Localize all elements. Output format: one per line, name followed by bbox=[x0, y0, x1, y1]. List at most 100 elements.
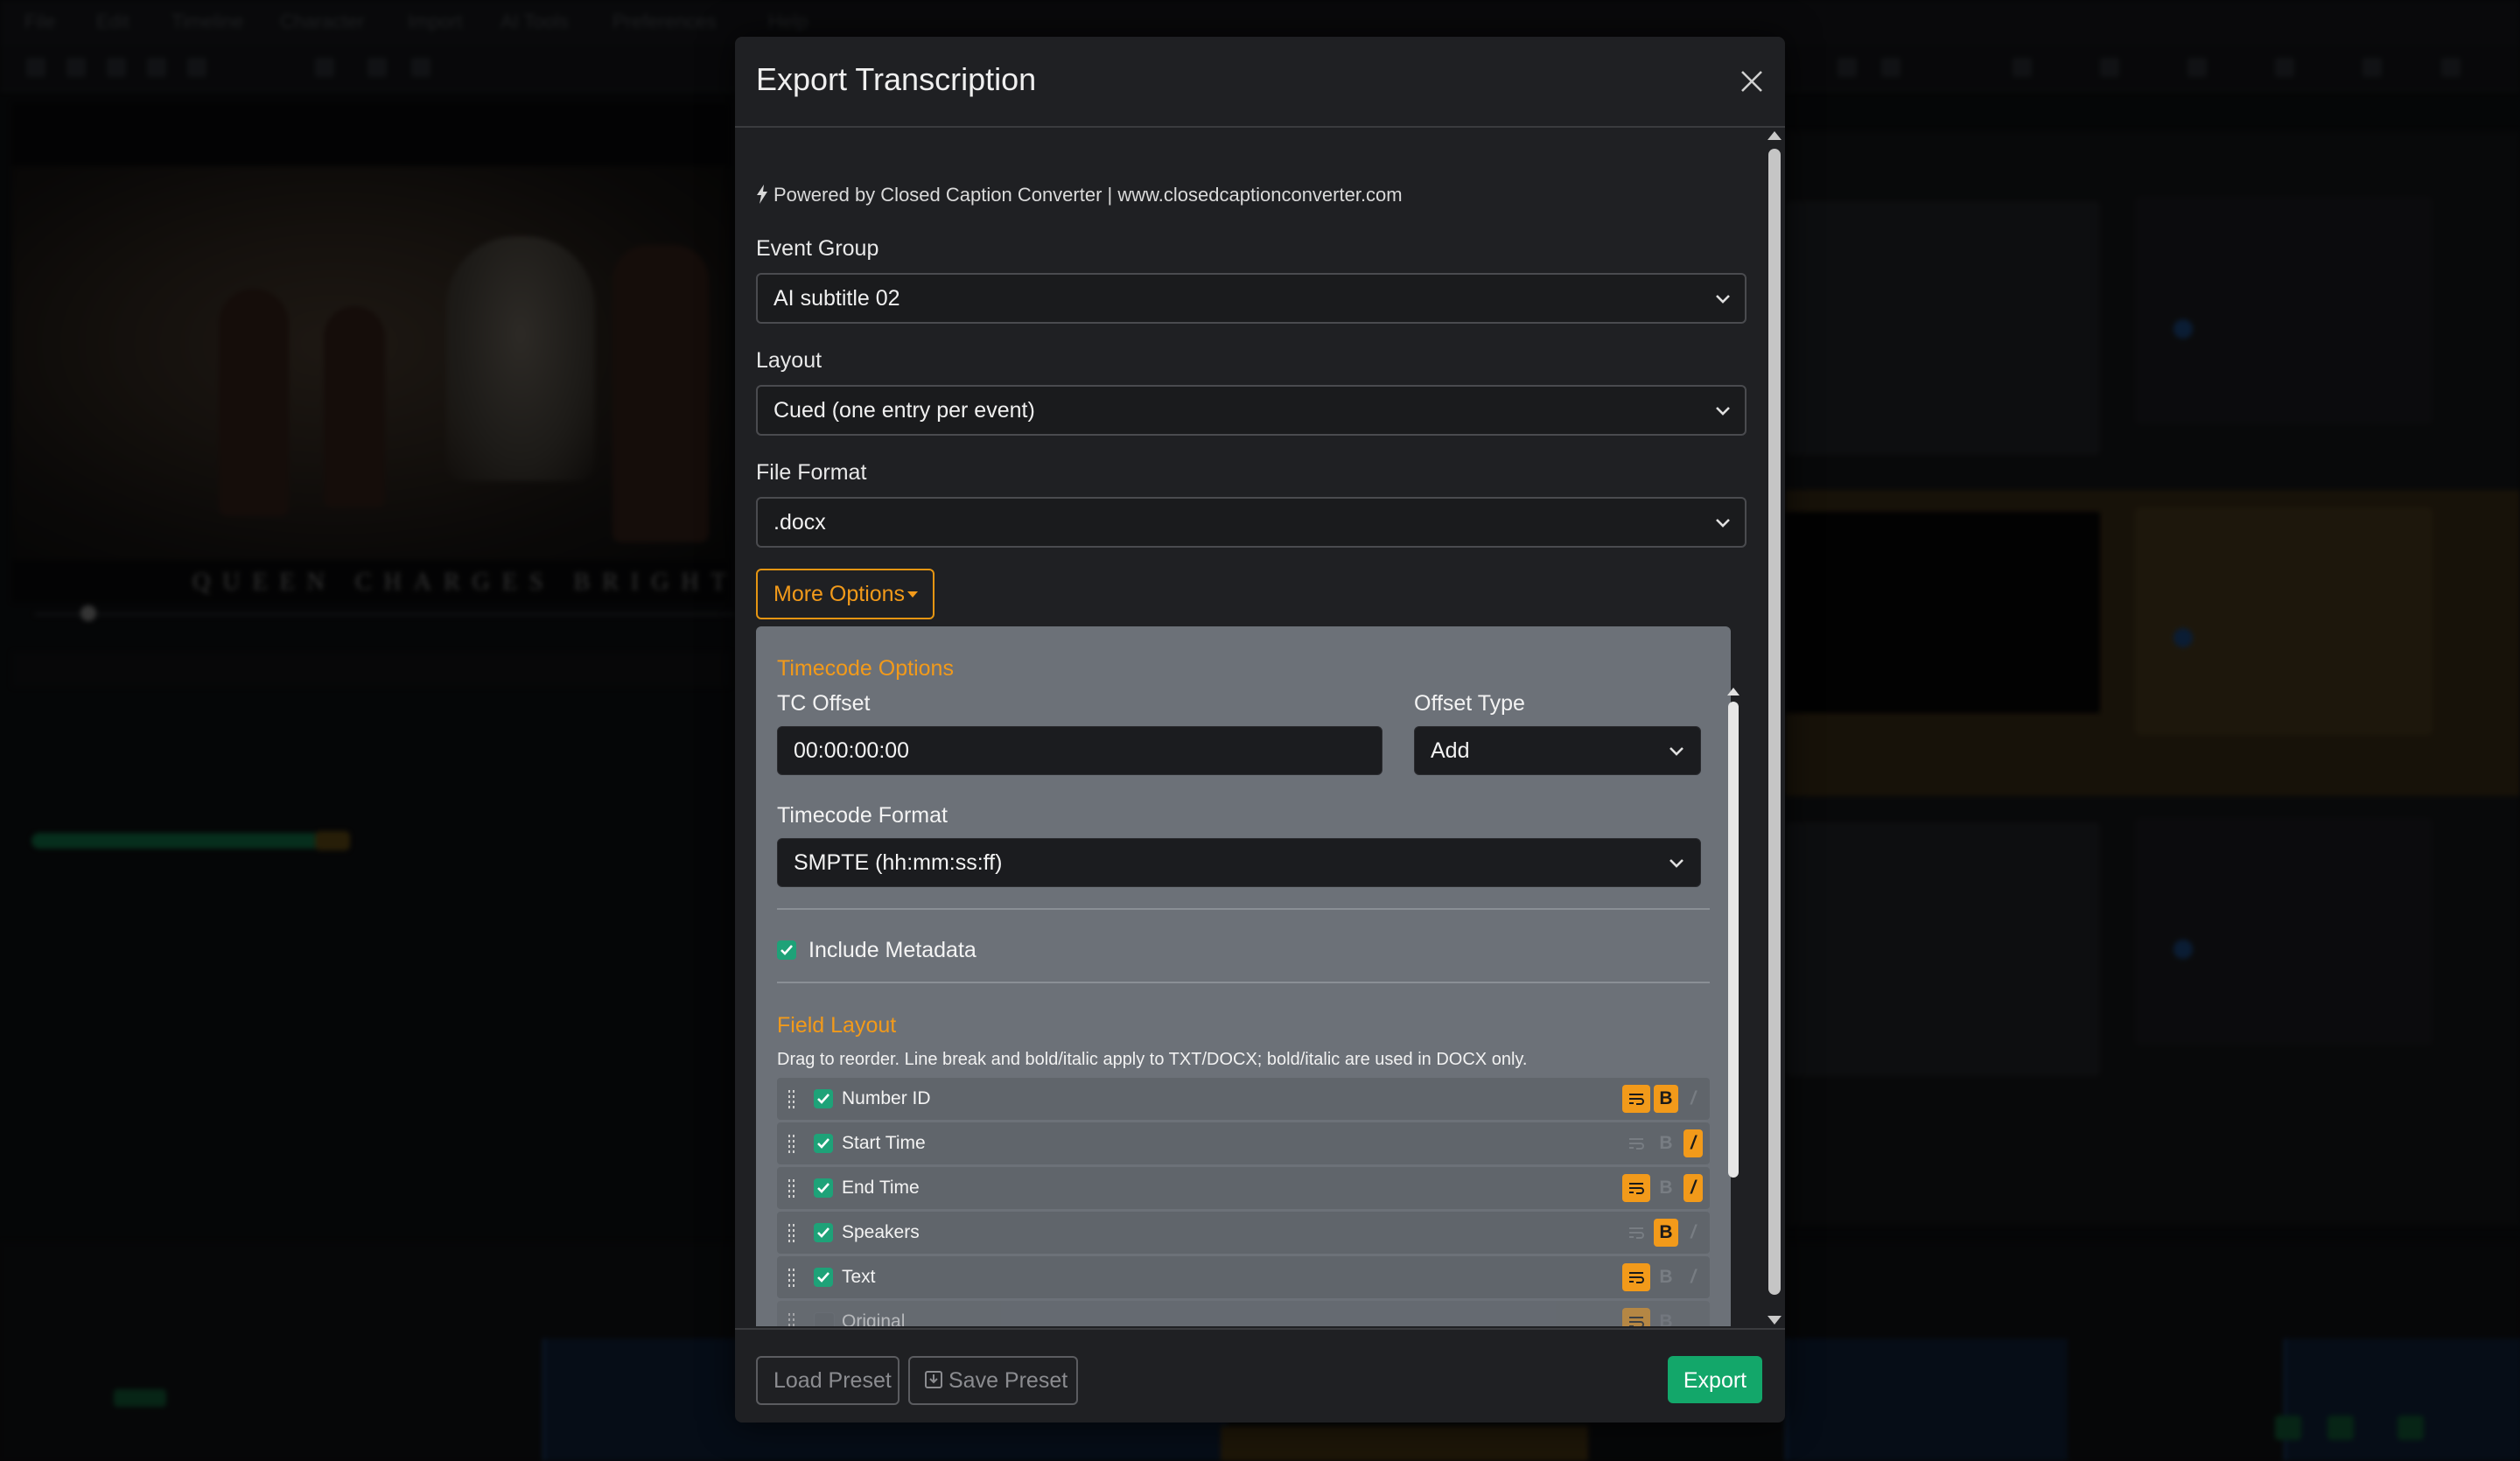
drag-handle-icon[interactable] bbox=[788, 1222, 794, 1243]
checkmark-icon bbox=[817, 1183, 830, 1193]
dialog-scroll-up[interactable] bbox=[1768, 131, 1782, 140]
line-break-toggle[interactable] bbox=[1622, 1263, 1650, 1291]
field-enable-checkbox[interactable] bbox=[814, 1312, 835, 1326]
save-icon bbox=[925, 1371, 942, 1388]
export-button[interactable]: Export bbox=[1668, 1356, 1762, 1403]
chevron-down-icon bbox=[1716, 295, 1730, 304]
chevron-down-icon bbox=[1670, 859, 1684, 868]
layout-select[interactable]: Cued (one entry per event) bbox=[756, 385, 1746, 436]
bolt-icon bbox=[757, 185, 767, 204]
field-layout-hint: Drag to reorder. Line break and bold/ita… bbox=[777, 1050, 1528, 1069]
field-enable-checkbox[interactable] bbox=[814, 1089, 833, 1108]
tc-offset-label: TC Offset bbox=[777, 691, 871, 716]
line-break-toggle[interactable] bbox=[1622, 1308, 1650, 1326]
field-enable-checkbox[interactable] bbox=[814, 1223, 833, 1242]
dialog-header: Export Transcription bbox=[735, 37, 1785, 128]
drag-handle-icon[interactable] bbox=[788, 1088, 794, 1109]
dialog-scroll-down[interactable] bbox=[1768, 1316, 1782, 1325]
bold-glyph: B bbox=[1659, 1088, 1673, 1108]
timecode-format-select[interactable]: SMPTE (hh:mm:ss:ff) bbox=[777, 838, 1701, 887]
tc-offset-input[interactable]: 00:00:00:00 bbox=[777, 726, 1382, 775]
event-group-label: Event Group bbox=[756, 236, 879, 261]
divider bbox=[777, 908, 1710, 910]
event-group-select[interactable]: AI subtitle 02 bbox=[756, 273, 1746, 324]
field-row[interactable]: Speakers B / bbox=[777, 1212, 1710, 1254]
bold-toggle[interactable]: B bbox=[1654, 1174, 1678, 1202]
tc-offset-value: 00:00:00:00 bbox=[794, 738, 910, 763]
line-break-toggle[interactable] bbox=[1622, 1174, 1650, 1202]
italic-toggle[interactable]: / bbox=[1684, 1174, 1703, 1202]
line-break-icon bbox=[1629, 1183, 1644, 1194]
dialog-footer: Load Preset Save Preset Export bbox=[735, 1328, 1785, 1423]
save-preset-button[interactable]: Save Preset bbox=[908, 1356, 1078, 1405]
offset-type-value: Add bbox=[1431, 738, 1470, 763]
powered-by-text: Powered by Closed Caption Converter | ww… bbox=[774, 184, 1403, 206]
italic-toggle[interactable]: / bbox=[1684, 1263, 1703, 1291]
bold-glyph: B bbox=[1659, 1311, 1673, 1326]
field-row[interactable]: Number ID B / bbox=[777, 1078, 1710, 1120]
italic-glyph: / bbox=[1690, 1178, 1696, 1198]
italic-glyph: / bbox=[1690, 1133, 1696, 1153]
field-label: Number ID bbox=[842, 1088, 931, 1108]
more-options-panel: Timecode Options TC Offset 00:00:00:00 O… bbox=[756, 626, 1731, 1326]
line-break-toggle[interactable] bbox=[1622, 1219, 1650, 1247]
bold-toggle[interactable]: B bbox=[1654, 1263, 1678, 1291]
load-preset-button[interactable]: Load Preset bbox=[756, 1356, 900, 1405]
italic-glyph: / bbox=[1690, 1222, 1696, 1242]
line-break-icon bbox=[1629, 1138, 1644, 1150]
bold-toggle[interactable]: B bbox=[1654, 1085, 1678, 1113]
field-enable-checkbox[interactable] bbox=[814, 1268, 833, 1287]
field-label: Original bbox=[842, 1311, 906, 1326]
field-label: Speakers bbox=[842, 1222, 920, 1242]
field-row[interactable]: Text B / bbox=[777, 1256, 1710, 1298]
italic-toggle[interactable]: / bbox=[1684, 1219, 1703, 1247]
field-label: Text bbox=[842, 1267, 876, 1287]
italic-toggle[interactable]: / bbox=[1684, 1129, 1703, 1157]
chevron-down-icon bbox=[1716, 519, 1730, 528]
field-enable-checkbox[interactable] bbox=[814, 1134, 833, 1153]
drag-handle-icon[interactable] bbox=[788, 1178, 794, 1199]
offset-type-select[interactable]: Add bbox=[1414, 726, 1701, 775]
field-row[interactable]: Original B bbox=[777, 1301, 1710, 1326]
checkmark-icon bbox=[780, 945, 793, 955]
bold-toggle[interactable]: B bbox=[1654, 1129, 1678, 1157]
file-format-value: .docx bbox=[774, 510, 826, 535]
bold-toggle[interactable]: B bbox=[1654, 1219, 1678, 1247]
line-break-icon bbox=[1629, 1094, 1644, 1105]
field-row[interactable]: Start Time B / bbox=[777, 1122, 1710, 1164]
file-format-select[interactable]: .docx bbox=[756, 497, 1746, 548]
bold-glyph: B bbox=[1659, 1267, 1673, 1287]
field-row[interactable]: End Time B / bbox=[777, 1167, 1710, 1209]
line-break-toggle[interactable] bbox=[1622, 1129, 1650, 1157]
italic-toggle[interactable]: / bbox=[1684, 1085, 1703, 1113]
line-break-toggle[interactable] bbox=[1622, 1085, 1650, 1113]
line-break-icon bbox=[1629, 1272, 1644, 1283]
field-enable-checkbox[interactable] bbox=[814, 1178, 833, 1198]
export-label: Export bbox=[1683, 1368, 1747, 1393]
timecode-format-label: Timecode Format bbox=[777, 803, 948, 828]
bold-glyph: B bbox=[1659, 1178, 1673, 1198]
chevron-down-icon bbox=[1716, 407, 1730, 416]
options-scroll-thumb[interactable] bbox=[1728, 702, 1739, 1178]
powered-by-notice: Powered by Closed Caption Converter | ww… bbox=[756, 184, 1403, 206]
checkmark-icon bbox=[817, 1227, 830, 1238]
options-scroll-up[interactable] bbox=[1727, 688, 1740, 696]
field-label: Start Time bbox=[842, 1133, 926, 1153]
more-options-button[interactable]: More Options bbox=[756, 569, 934, 619]
checkmark-icon bbox=[817, 1094, 830, 1104]
timecode-format-value: SMPTE (hh:mm:ss:ff) bbox=[794, 850, 1003, 875]
drag-handle-icon[interactable] bbox=[788, 1133, 794, 1154]
include-metadata-checkbox[interactable] bbox=[777, 940, 796, 960]
bold-toggle[interactable]: B bbox=[1654, 1308, 1678, 1326]
drag-handle-icon[interactable] bbox=[788, 1267, 794, 1288]
timecode-options-title: Timecode Options bbox=[777, 656, 954, 681]
divider bbox=[777, 982, 1710, 983]
close-button[interactable] bbox=[1736, 66, 1768, 97]
layout-value: Cued (one entry per event) bbox=[774, 398, 1035, 423]
line-break-icon bbox=[1629, 1227, 1644, 1239]
dialog-scroll-thumb[interactable] bbox=[1768, 149, 1781, 1295]
export-transcription-dialog: Export Transcription Powered by Closed C… bbox=[735, 37, 1785, 1423]
bold-glyph: B bbox=[1659, 1133, 1673, 1153]
save-preset-label: Save Preset bbox=[948, 1368, 1068, 1393]
drag-handle-icon[interactable] bbox=[788, 1311, 794, 1326]
